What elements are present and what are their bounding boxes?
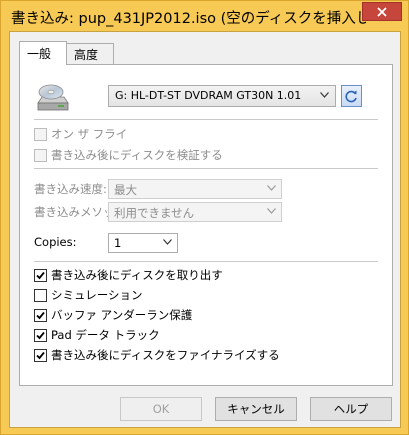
simulation-checkbox[interactable]: [34, 288, 47, 302]
copies-label: Copies:: [34, 235, 77, 249]
chevron-down-icon: [320, 92, 329, 98]
copies-select[interactable]: 1: [108, 233, 178, 253]
simulation-option[interactable]: シミュレーション: [34, 286, 143, 304]
finalize-label: 書き込み後にディスクをファイナライズする: [51, 348, 280, 362]
tab-advanced-label: 高度: [74, 48, 99, 62]
buffer-underrun-option[interactable]: バッファ アンダーラン保護: [34, 306, 192, 324]
cancel-button[interactable]: キャンセル: [215, 397, 297, 421]
on-the-fly-label: オン ザ フライ: [51, 127, 128, 141]
tab-advanced[interactable]: 高度: [66, 43, 114, 64]
finalize-checkbox[interactable]: [34, 348, 47, 362]
tab-general[interactable]: 一般: [19, 41, 67, 65]
checkmark-icon: [36, 271, 45, 279]
method-value: 利用できません: [114, 206, 195, 220]
copies-value: 1: [114, 236, 122, 250]
title-bar[interactable]: 書き込み: pup_431JP2012.iso (空のディスクを挿入し...: [1, 1, 408, 31]
pad-track-label: Pad データ トラック: [51, 328, 160, 342]
checkmark-icon: [36, 331, 45, 339]
pad-track-checkbox[interactable]: [34, 328, 47, 342]
verify-checkbox[interactable]: [34, 148, 47, 162]
verify-option[interactable]: 書き込み後にディスクを検証する: [34, 146, 223, 164]
refresh-icon: [345, 90, 357, 102]
verify-label: 書き込み後にディスクを検証する: [51, 148, 223, 162]
dialog-client: 一般 高度 G: HL-DT-ST DVDRAM GT30N 1.01 オン ザ…: [9, 31, 401, 428]
finalize-option[interactable]: 書き込み後にディスクをファイナライズする: [34, 346, 280, 364]
window-title: 書き込み: pup_431JP2012.iso (空のディスクを挿入し...: [11, 11, 366, 27]
method-select[interactable]: 利用できません: [108, 202, 282, 222]
drive-icon: [37, 84, 69, 111]
checkmark-icon: [36, 311, 45, 319]
tab-general-label: 一般: [27, 47, 52, 61]
speed-value: 最大: [114, 183, 137, 197]
chevron-down-icon: [267, 208, 276, 214]
drive-select-value: G: HL-DT-ST DVDRAM GT30N 1.01: [115, 89, 302, 102]
close-button[interactable]: [362, 2, 402, 21]
drive-select[interactable]: G: HL-DT-ST DVDRAM GT30N 1.01: [108, 85, 336, 107]
buffer-underrun-checkbox[interactable]: [34, 308, 47, 322]
speed-select[interactable]: 最大: [108, 179, 282, 199]
general-panel: G: HL-DT-ST DVDRAM GT30N 1.01 オン ザ フライ 書…: [19, 64, 393, 386]
buffer-underrun-label: バッファ アンダーラン保護: [51, 308, 193, 322]
eject-option[interactable]: 書き込み後にディスクを取り出す: [34, 266, 223, 284]
chevron-down-icon: [267, 185, 276, 191]
on-the-fly-option[interactable]: オン ザ フライ: [34, 125, 127, 143]
on-the-fly-checkbox[interactable]: [34, 127, 47, 141]
close-icon: [377, 6, 387, 17]
checkmark-icon: [36, 351, 45, 359]
help-button[interactable]: ヘルプ: [310, 397, 392, 421]
pad-track-option[interactable]: Pad データ トラック: [34, 326, 160, 344]
burn-dialog: 書き込み: pup_431JP2012.iso (空のディスクを挿入し... 一…: [0, 0, 409, 435]
refresh-drives-button[interactable]: [341, 85, 362, 107]
separator: [34, 168, 378, 169]
speed-label: 書き込み速度:: [34, 182, 107, 196]
ok-button[interactable]: OK: [120, 397, 202, 421]
chevron-down-icon: [163, 239, 172, 245]
simulation-label: シミュレーション: [51, 288, 143, 302]
separator: [34, 119, 378, 120]
eject-checkbox[interactable]: [34, 268, 47, 282]
separator: [34, 261, 378, 262]
eject-label: 書き込み後にディスクを取り出す: [51, 268, 223, 282]
